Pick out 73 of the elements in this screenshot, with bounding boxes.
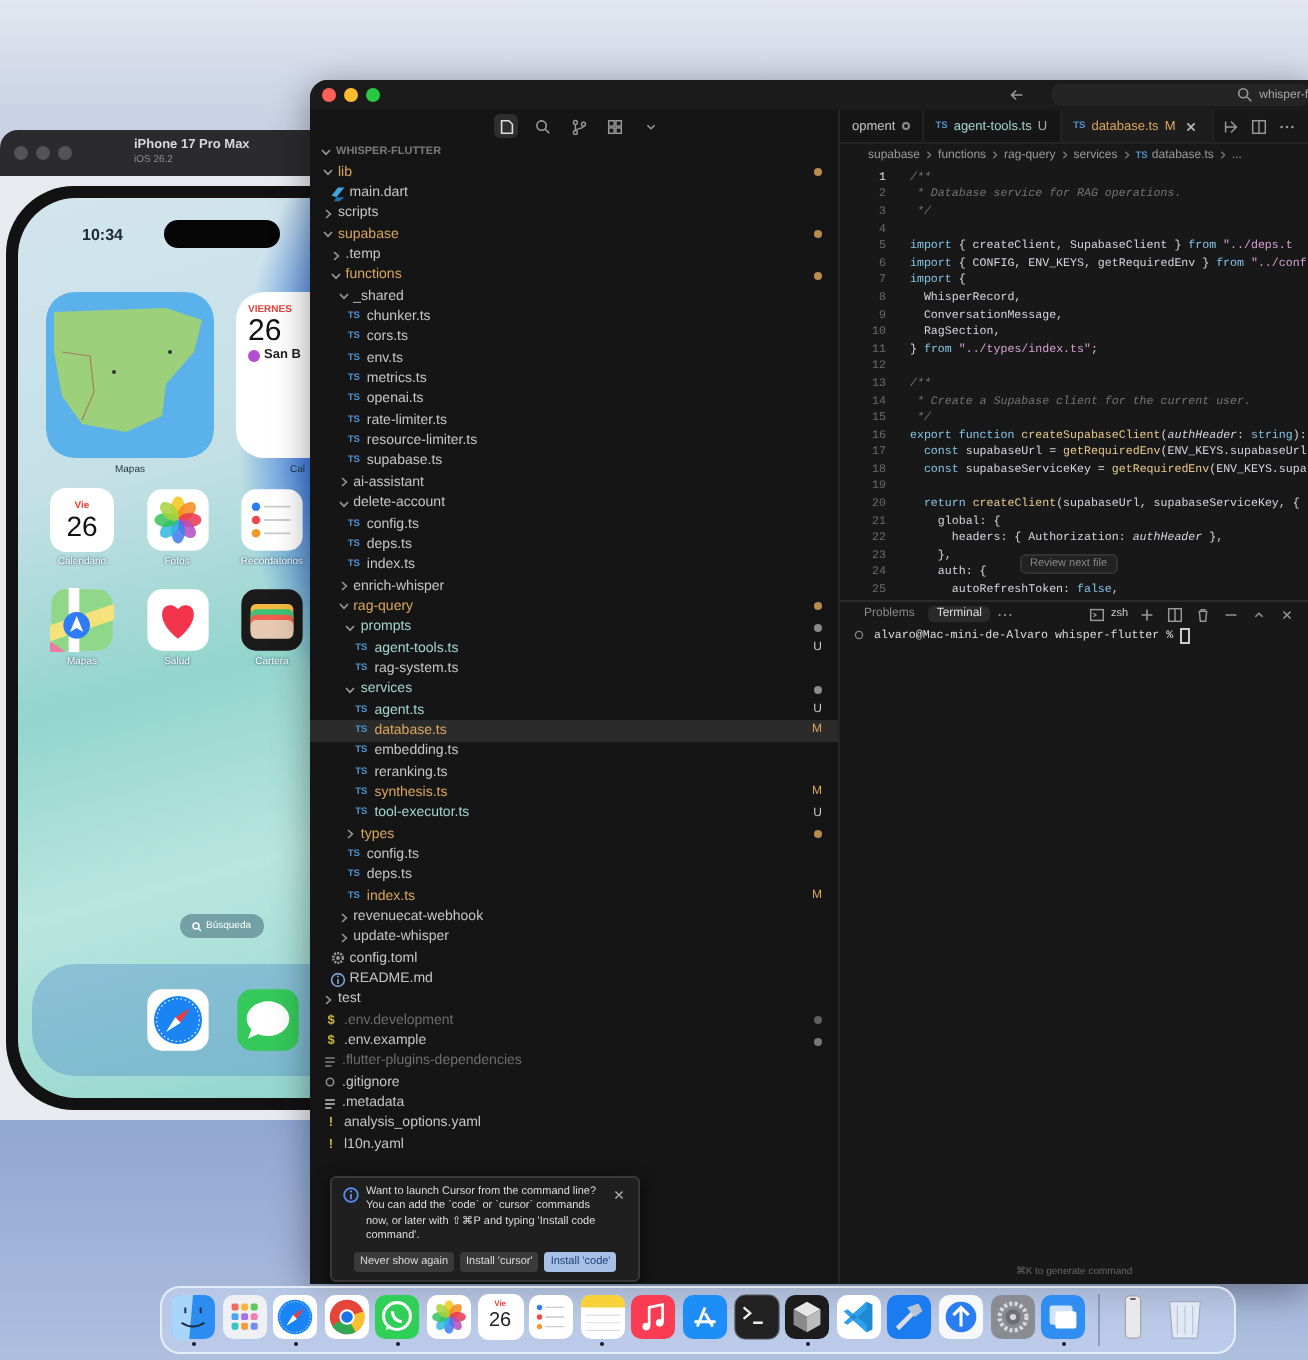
chevron-icon[interactable] <box>322 228 334 241</box>
chevron-icon[interactable] <box>329 269 342 282</box>
close-icon <box>1278 605 1296 623</box>
music-note-icon[interactable] <box>630 1293 677 1339</box>
ring-logo-icon[interactable] <box>323 1293 370 1339</box>
chevron-icon <box>1217 150 1228 160</box>
lines-file-icon <box>322 1053 338 1070</box>
chevron-icon[interactable] <box>337 931 350 944</box>
chevron-icon[interactable] <box>322 207 334 220</box>
flower-app-icon[interactable] <box>145 488 209 552</box>
chevron-icon <box>1121 150 1132 160</box>
chevron-icon[interactable] <box>337 290 350 303</box>
terminal-icon <box>1088 605 1107 623</box>
text-cursor <box>1179 627 1190 643</box>
terminal-icon[interactable] <box>733 1293 780 1339</box>
chevron-icon <box>1059 150 1070 160</box>
back-arrow-icon <box>1007 85 1026 103</box>
compass-app-icon[interactable] <box>146 988 210 1052</box>
chevron-icon[interactable] <box>337 497 350 510</box>
dynamic-island <box>164 220 281 248</box>
prompt-circle-icon <box>850 626 868 644</box>
chevron-icon[interactable] <box>337 600 350 613</box>
chevron-icon <box>990 150 1001 160</box>
trash-icon <box>1194 605 1212 623</box>
chevron-icon[interactable] <box>322 993 334 1006</box>
ribbon-logo-icon[interactable] <box>835 1293 882 1339</box>
chevron-icon[interactable] <box>337 476 350 489</box>
diff-icon <box>1221 117 1240 135</box>
window-stack-icon[interactable] <box>1040 1293 1087 1339</box>
wallet-app-icon[interactable] <box>240 588 304 652</box>
extensions-tab-button[interactable] <box>602 114 626 138</box>
files-icon <box>497 117 515 135</box>
lines-file-icon <box>322 1095 338 1112</box>
smiling-face-icon[interactable] <box>170 1293 216 1339</box>
speech-bubble-app-icon[interactable] <box>236 988 300 1052</box>
fin-file-icon <box>329 185 346 202</box>
map-arrow-app-icon[interactable] <box>50 588 114 652</box>
chevron-icon[interactable] <box>322 166 334 179</box>
files-tab-button[interactable] <box>494 114 518 138</box>
info-icon <box>329 971 346 988</box>
grid-icon <box>605 117 623 135</box>
search-icon <box>1235 86 1254 104</box>
zoom-window-icon[interactable] <box>365 88 380 102</box>
heart-app-icon[interactable] <box>145 588 209 652</box>
compass-icon[interactable] <box>272 1293 319 1339</box>
split-icon <box>1166 605 1184 623</box>
chevron-icon <box>924 150 935 160</box>
search-icon <box>192 921 202 931</box>
close-icon <box>610 1186 628 1204</box>
chevron-icon[interactable] <box>320 146 332 158</box>
chevron-icon[interactable] <box>344 621 357 634</box>
chevron-icon[interactable] <box>337 580 350 593</box>
close-icon <box>1181 117 1200 135</box>
chevron-icon[interactable] <box>329 249 342 262</box>
circle-file-icon <box>322 1074 338 1091</box>
status-time: 10:34 <box>82 225 123 243</box>
hammer-icon[interactable] <box>886 1293 933 1339</box>
plus-icon <box>1138 605 1156 623</box>
split-editor-icon <box>1249 117 1268 135</box>
close-window-icon[interactable] <box>322 88 336 102</box>
cube-icon[interactable] <box>784 1293 831 1339</box>
search-tab-button[interactable] <box>530 114 554 138</box>
search-icon <box>533 117 551 135</box>
minimize-window-icon[interactable] <box>343 88 358 102</box>
gear-icon <box>329 950 346 967</box>
branch-icon <box>569 117 587 135</box>
flower-icon[interactable] <box>425 1293 472 1339</box>
chevron-icon[interactable] <box>344 828 357 841</box>
info-icon <box>342 1186 360 1204</box>
chevron-icon[interactable] <box>344 683 357 696</box>
list-app-icon[interactable] <box>240 488 304 552</box>
chevron-icon[interactable] <box>337 911 350 924</box>
gear-icon[interactable] <box>989 1293 1035 1339</box>
